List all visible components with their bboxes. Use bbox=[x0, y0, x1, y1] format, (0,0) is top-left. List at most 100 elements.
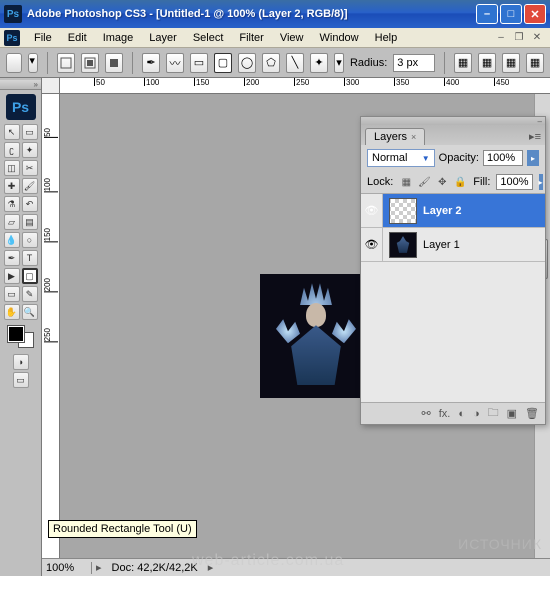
menu-file[interactable]: File bbox=[26, 30, 60, 46]
menu-filter[interactable]: Filter bbox=[231, 30, 271, 46]
fill-input[interactable]: 100% bbox=[496, 174, 532, 190]
dodge-tool[interactable]: ○ bbox=[22, 232, 38, 248]
menu-select[interactable]: Select bbox=[185, 30, 232, 46]
work-area: » Ps ↖▭ ʗ✦ ◫✂ ✚🖌 ⚗↶ ▱▤ 💧○ ✒T ▶▢ ▭✎ ✋🔍 ◑ … bbox=[0, 78, 550, 576]
blur-tool[interactable]: 💧 bbox=[4, 232, 20, 248]
menu-window[interactable]: Window bbox=[312, 30, 367, 46]
type-tool[interactable]: T bbox=[22, 250, 38, 266]
link-layers-icon[interactable]: ⚯ bbox=[421, 407, 430, 420]
tab-close-icon[interactable]: × bbox=[411, 132, 416, 142]
menu-image[interactable]: Image bbox=[95, 30, 142, 46]
layer-item[interactable]: 👁 Layer 2 bbox=[361, 194, 545, 228]
tool-preset-button[interactable] bbox=[6, 53, 22, 73]
panel-collapse-bar[interactable]: – bbox=[361, 117, 545, 125]
layers-panel[interactable]: – Layers × ▸≡ Normal ▼ Opacity: 100% ▸ L… bbox=[360, 116, 546, 425]
color-swatch[interactable] bbox=[8, 326, 34, 348]
new-layer-icon[interactable]: ▣ bbox=[507, 407, 517, 420]
brush-tool[interactable]: 🖌 bbox=[22, 178, 38, 194]
lock-pixels-icon[interactable]: 🖌 bbox=[417, 175, 431, 189]
layer-group-icon[interactable]: 🗀 bbox=[488, 404, 499, 423]
zoom-field[interactable]: 100% bbox=[42, 562, 92, 574]
menu-help[interactable]: Help bbox=[367, 30, 406, 46]
marquee-tool[interactable]: ▭ bbox=[22, 124, 38, 140]
slice-tool[interactable]: ✂ bbox=[22, 160, 38, 176]
wand-tool[interactable]: ✦ bbox=[22, 142, 38, 158]
crop-tool[interactable]: ◫ bbox=[4, 160, 20, 176]
panel-menu-icon[interactable]: ▸≡ bbox=[525, 128, 545, 145]
menu-view[interactable]: View bbox=[272, 30, 312, 46]
eraser-tool[interactable]: ▱ bbox=[4, 214, 20, 230]
delete-layer-icon[interactable]: 🗑 bbox=[525, 407, 539, 420]
document-canvas[interactable] bbox=[260, 274, 372, 398]
watermark: ИСТОЧНИК bbox=[458, 536, 542, 552]
panel-collapse-icon[interactable]: – bbox=[538, 117, 542, 125]
mdi-restore-icon[interactable]: ❐ bbox=[512, 32, 526, 44]
app-menu-icon[interactable]: Ps bbox=[4, 30, 20, 46]
polygon-shape-button[interactable]: ⬠ bbox=[262, 53, 280, 73]
shape-mode-path-button[interactable] bbox=[81, 53, 99, 73]
shape-options-dropdown[interactable]: ▾ bbox=[334, 53, 344, 73]
rounded-rectangle-shape-button[interactable]: ▢ bbox=[214, 53, 232, 73]
canvas-area[interactable]: 50 100 150 200 250 300 350 400 450 50 10… bbox=[42, 78, 550, 576]
lock-position-icon[interactable]: ✥ bbox=[435, 175, 449, 189]
tool-preset-dropdown[interactable]: ▾ bbox=[28, 53, 38, 73]
layer-name[interactable]: Layer 2 bbox=[423, 205, 462, 217]
foreground-color-swatch[interactable] bbox=[8, 326, 24, 342]
mdi-close-icon[interactable]: ✕ bbox=[530, 32, 544, 44]
path-select-tool[interactable]: ▶ bbox=[4, 268, 20, 284]
minimize-button[interactable]: – bbox=[476, 4, 498, 24]
radius-input[interactable] bbox=[393, 54, 435, 72]
gradient-tool[interactable]: ▤ bbox=[22, 214, 38, 230]
menu-edit[interactable]: Edit bbox=[60, 30, 95, 46]
toolbox-header[interactable]: » bbox=[0, 80, 41, 90]
chevron-down-icon: ▼ bbox=[422, 154, 430, 163]
close-button[interactable]: ✕ bbox=[524, 4, 546, 24]
path-area-intersect-button[interactable]: ▦ bbox=[526, 53, 544, 73]
line-shape-button[interactable]: ╲ bbox=[286, 53, 304, 73]
fill-slider-arrow[interactable]: ▸ bbox=[539, 174, 543, 190]
pen-tool[interactable]: ✒ bbox=[4, 250, 20, 266]
mdi-minimize-icon[interactable]: – bbox=[494, 32, 508, 44]
shape-mode-fill-button[interactable] bbox=[105, 53, 123, 73]
layer-thumbnail[interactable] bbox=[389, 232, 417, 258]
visibility-toggle-icon[interactable]: 👁 bbox=[361, 228, 383, 261]
layer-thumbnail[interactable] bbox=[389, 198, 417, 224]
screenmode-button[interactable]: ▭ bbox=[13, 372, 29, 388]
shape-mode-layer-button[interactable] bbox=[57, 53, 75, 73]
layer-mask-icon[interactable]: ◐ bbox=[458, 408, 465, 420]
zoom-tool[interactable]: 🔍 bbox=[22, 304, 38, 320]
layer-style-icon[interactable]: fx. bbox=[439, 408, 451, 420]
shape-tool[interactable]: ▢ bbox=[22, 268, 38, 284]
ellipse-shape-button[interactable]: ◯ bbox=[238, 53, 256, 73]
visibility-toggle-icon[interactable]: 👁 bbox=[361, 194, 383, 227]
path-area-subtract-button[interactable]: ▦ bbox=[502, 53, 520, 73]
maximize-button[interactable]: □ bbox=[500, 4, 522, 24]
pen-icon[interactable]: ✒ bbox=[142, 53, 160, 73]
move-tool[interactable]: ↖ bbox=[4, 124, 20, 140]
layers-tab-label: Layers bbox=[374, 131, 407, 143]
lock-transparency-icon[interactable]: ▦ bbox=[399, 175, 413, 189]
path-area-add-button[interactable]: ▦ bbox=[478, 53, 496, 73]
lasso-tool[interactable]: ʗ bbox=[4, 142, 20, 158]
stamp-tool[interactable]: ⚗ bbox=[4, 196, 20, 212]
custom-shape-button[interactable]: ✦ bbox=[310, 53, 328, 73]
rectangle-shape-button[interactable]: ▭ bbox=[190, 53, 208, 73]
layer-item[interactable]: 👁 Layer 1 bbox=[361, 228, 545, 262]
opacity-input[interactable]: 100% bbox=[483, 150, 523, 166]
history-brush-tool[interactable]: ↶ bbox=[22, 196, 38, 212]
layer-name[interactable]: Layer 1 bbox=[423, 239, 460, 251]
opacity-slider-arrow[interactable]: ▸ bbox=[527, 150, 539, 166]
adjustment-layer-icon[interactable]: ◑ bbox=[473, 408, 480, 420]
eyedropper-tool[interactable]: ✎ bbox=[22, 286, 38, 302]
freeform-pen-icon[interactable]: 〰 bbox=[166, 53, 184, 73]
blend-mode-dropdown[interactable]: Normal ▼ bbox=[367, 149, 435, 167]
hand-tool[interactable]: ✋ bbox=[4, 304, 20, 320]
quickmask-button[interactable]: ◑ bbox=[13, 354, 29, 370]
notes-tool[interactable]: ▭ bbox=[4, 286, 20, 302]
healing-tool[interactable]: ✚ bbox=[4, 178, 20, 194]
layers-tab[interactable]: Layers × bbox=[365, 128, 425, 145]
status-dropdown-icon[interactable]: ▸ bbox=[92, 561, 106, 574]
path-area-new-button[interactable]: ▦ bbox=[454, 53, 472, 73]
menu-layer[interactable]: Layer bbox=[141, 30, 185, 46]
lock-all-icon[interactable]: 🔒 bbox=[453, 175, 467, 189]
